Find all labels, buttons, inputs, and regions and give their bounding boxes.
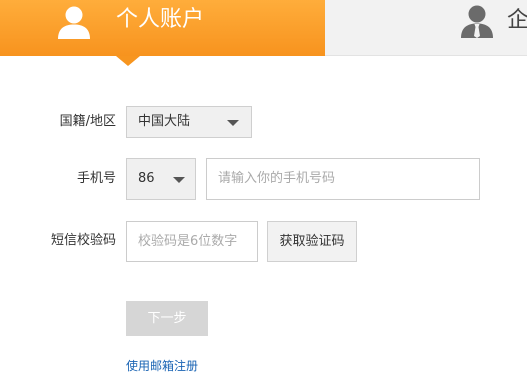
tab-personal-label: 个人账户: [116, 7, 205, 32]
next-button[interactable]: 下一步: [126, 301, 208, 336]
phone-input[interactable]: 请输入你的手机号码: [206, 158, 480, 200]
sms-code-placeholder: 校验码是6位数字: [138, 234, 238, 249]
country-code-value: 86: [138, 171, 155, 186]
sms-code-input[interactable]: 校验码是6位数字: [126, 221, 258, 262]
tab-enterprise-account[interactable]: 企: [325, 0, 527, 56]
chevron-down-icon: [173, 177, 185, 183]
account-type-tabs: 个人账户 企: [0, 0, 527, 66]
active-tab-pointer: [116, 56, 140, 66]
tab-enterprise-label: 企: [507, 8, 527, 33]
nationality-value: 中国大陆: [138, 114, 191, 129]
sms-code-label: 短信校验码: [50, 233, 116, 248]
user-icon: [58, 6, 90, 39]
chevron-down-icon: [227, 120, 239, 126]
email-register-link[interactable]: 使用邮箱注册: [126, 357, 198, 375]
nationality-label: 国籍/地区: [59, 114, 116, 129]
nationality-select[interactable]: 中国大陆: [126, 106, 252, 138]
phone-placeholder: 请输入你的手机号码: [218, 171, 336, 186]
phone-label: 手机号: [76, 171, 116, 186]
tab-personal-account[interactable]: 个人账户: [0, 0, 325, 66]
business-user-icon: [461, 5, 493, 38]
get-code-button[interactable]: 获取验证码: [267, 221, 357, 262]
country-code-select[interactable]: 86: [126, 158, 196, 200]
